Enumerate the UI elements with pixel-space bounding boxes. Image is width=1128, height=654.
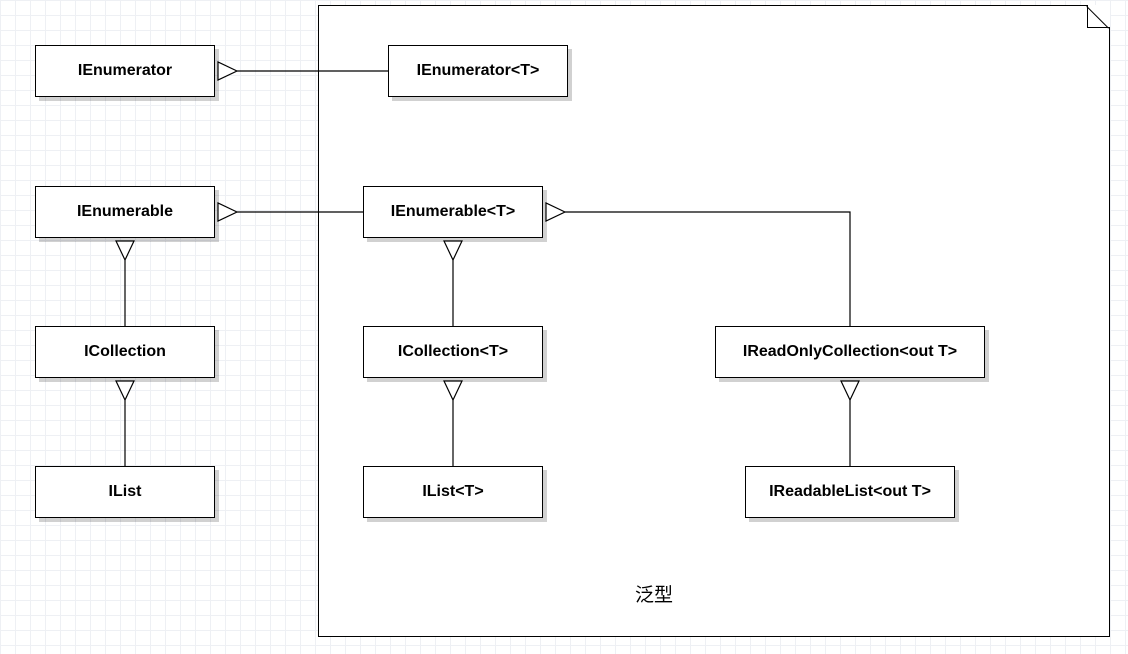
class-icollection-t: ICollection<T> bbox=[363, 326, 543, 378]
class-ienumerator: IEnumerator bbox=[35, 45, 215, 97]
class-ilist-t: IList<T> bbox=[363, 466, 543, 518]
edge-icollection-to-ienumerable bbox=[116, 241, 134, 326]
package-label: 泛型 bbox=[635, 580, 673, 607]
class-ienumerator-t: IEnumerator<T> bbox=[388, 45, 568, 97]
package-frame bbox=[318, 5, 1110, 637]
edge-ilist-to-icollection bbox=[116, 381, 134, 466]
class-icollection: ICollection bbox=[35, 326, 215, 378]
diagram-canvas: 泛型 IEnumerator IEnumerator<T> IEnumerabl… bbox=[0, 0, 1128, 654]
class-ilist: IList bbox=[35, 466, 215, 518]
class-ienumerable: IEnumerable bbox=[35, 186, 215, 238]
class-ireadonlycollection-t: IReadOnlyCollection<out T> bbox=[715, 326, 985, 378]
class-ireadablelist-t: IReadableList<out T> bbox=[745, 466, 955, 518]
package-fold-line bbox=[1087, 6, 1109, 28]
class-ienumerable-t: IEnumerable<T> bbox=[363, 186, 543, 238]
